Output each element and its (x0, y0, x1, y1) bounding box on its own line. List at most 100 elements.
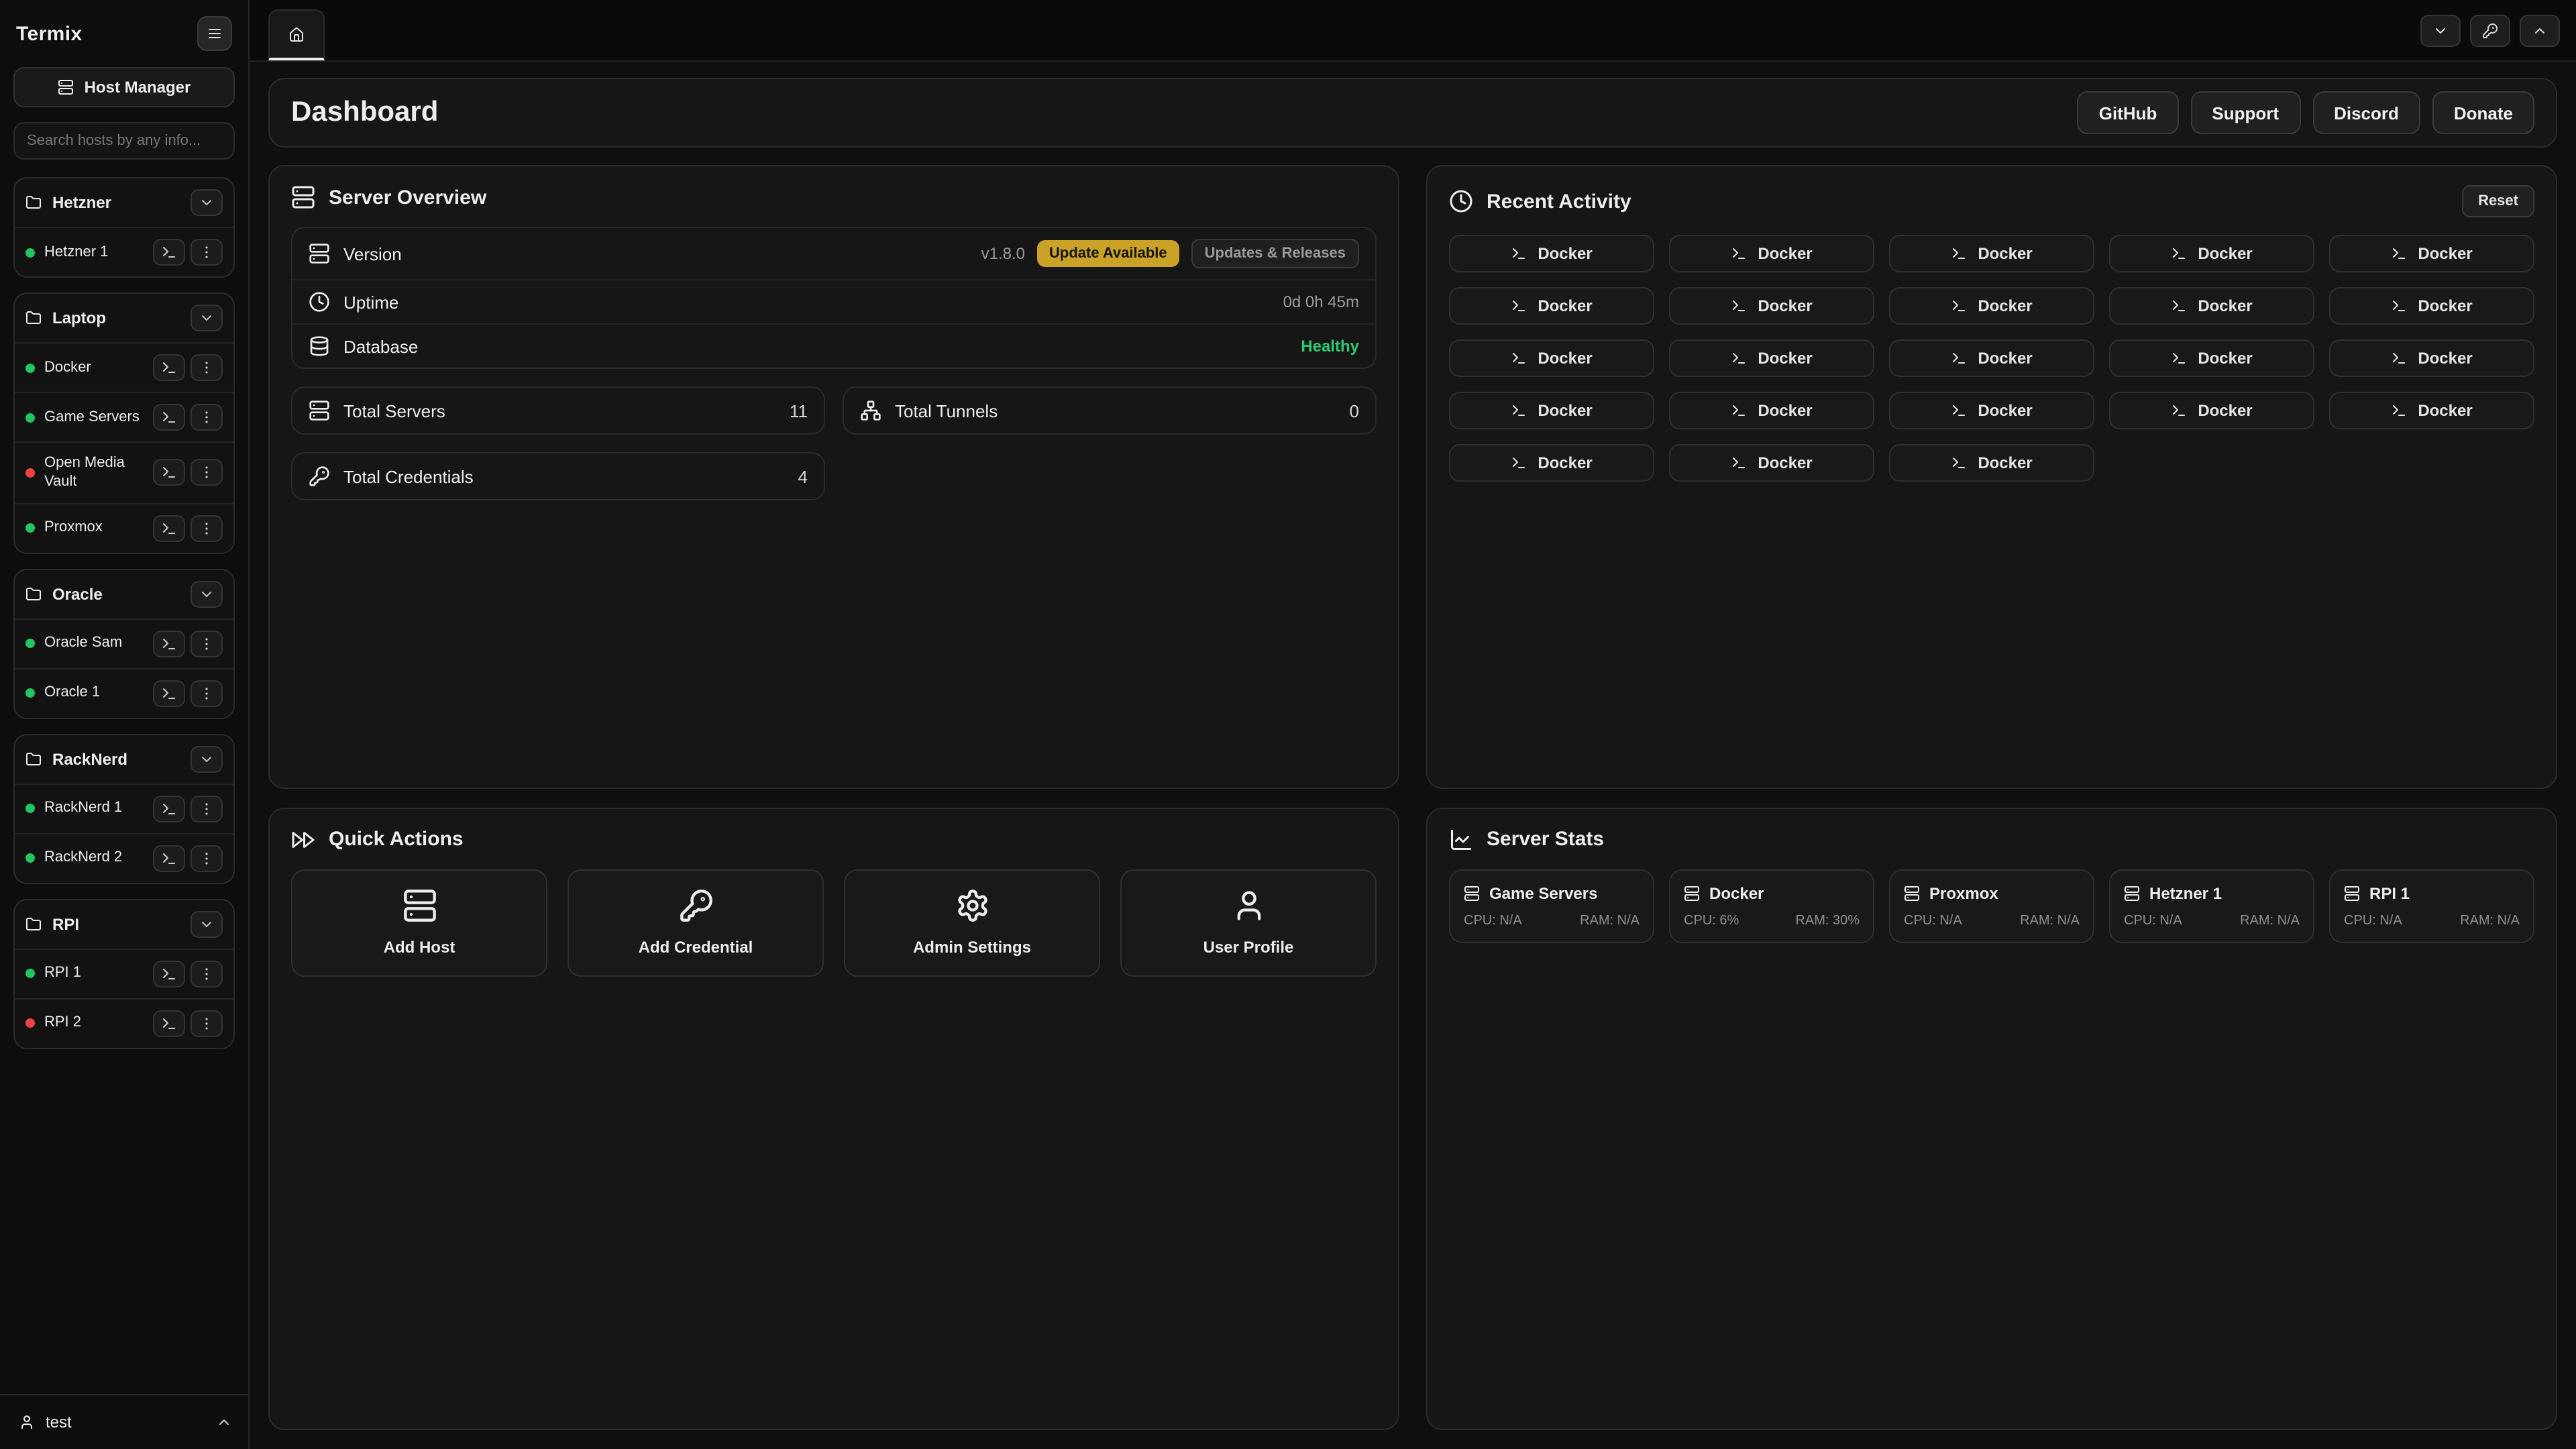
activity-item-button[interactable]: Docker (1449, 444, 1654, 482)
server-stat-metrics: CPU: N/ARAM: N/A (1464, 913, 1640, 928)
activity-item-button[interactable]: Docker (2329, 392, 2534, 429)
database-icon (309, 335, 330, 357)
host-terminal-button[interactable] (153, 354, 185, 381)
activity-item-button[interactable]: Docker (1449, 235, 1654, 272)
host-menu-button[interactable] (191, 404, 223, 431)
activity-item-button[interactable]: Docker (1449, 287, 1654, 325)
recent-activity-card: Recent Activity Reset DockerDockerDocker… (1426, 165, 2557, 788)
host-menu-button[interactable] (191, 630, 223, 657)
host-terminal-button[interactable] (153, 515, 185, 541)
host-group-hetzner: HetznerHetzner 1 (13, 177, 235, 278)
group-header: Hetzner (15, 178, 233, 227)
host-terminal-button[interactable] (153, 1010, 185, 1036)
kebab-icon (199, 244, 215, 260)
add-host-button[interactable]: Add Host (291, 869, 547, 976)
tabbar-chevron-down-button[interactable] (2420, 15, 2461, 47)
group-collapse-button[interactable] (191, 580, 223, 607)
host-menu-button[interactable] (191, 239, 223, 266)
activity-item-button[interactable]: Docker (2329, 339, 2534, 377)
version-row: Version v1.8.0 Update Available Updates … (292, 228, 1375, 279)
user-profile-button[interactable]: User Profile (1120, 869, 1377, 976)
main-area: Dashboard GitHubSupportDiscordDonate Ser… (250, 0, 2576, 1449)
activity-item-button[interactable]: Docker (1889, 392, 2094, 429)
activity-item-button[interactable]: Docker (1669, 444, 1874, 482)
footer-expand-button[interactable] (216, 1414, 232, 1430)
activity-item-button[interactable]: Docker (1889, 444, 2094, 482)
host-terminal-button[interactable] (153, 845, 185, 871)
host-actions (153, 354, 223, 381)
activity-item-button[interactable]: Docker (2109, 392, 2314, 429)
status-dot-online (25, 969, 35, 978)
tabbar-chevron-up-button[interactable] (2520, 15, 2560, 47)
overview-list: Version v1.8.0 Update Available Updates … (291, 227, 1377, 369)
update-available-button[interactable]: Update Available (1037, 240, 1179, 267)
reset-button[interactable]: Reset (2462, 185, 2534, 217)
group-collapse-button[interactable] (191, 305, 223, 331)
host-terminal-button[interactable] (153, 960, 185, 987)
activity-item-button[interactable]: Docker (1889, 287, 2094, 325)
activity-item-label: Docker (1978, 349, 2032, 368)
sidebar-menu-button[interactable] (197, 16, 232, 51)
host-menu-button[interactable] (191, 515, 223, 541)
activity-item-button[interactable]: Docker (1669, 392, 1874, 429)
group-collapse-button[interactable] (191, 910, 223, 937)
activity-item-button[interactable]: Docker (1889, 235, 2094, 272)
server-stat-card: Game ServersCPU: N/ARAM: N/A (1449, 869, 1654, 943)
activity-item-button[interactable]: Docker (2329, 235, 2534, 272)
group-collapse-button[interactable] (191, 745, 223, 772)
terminal-icon (161, 685, 177, 701)
host-menu-button[interactable] (191, 354, 223, 381)
host-terminal-button[interactable] (153, 239, 185, 266)
search-input[interactable] (13, 122, 235, 160)
donate-button[interactable]: Donate (2432, 91, 2534, 134)
status-dot-online (25, 853, 35, 863)
updates-releases-button[interactable]: Updates & Releases (1191, 239, 1359, 268)
host-terminal-button[interactable] (153, 460, 185, 486)
host-row: Game Servers (15, 392, 233, 441)
terminal-icon (161, 244, 177, 260)
host-menu-button[interactable] (191, 960, 223, 987)
group-collapse-button[interactable] (191, 189, 223, 216)
host-menu-button[interactable] (191, 680, 223, 706)
activity-item-button[interactable]: Docker (1889, 339, 2094, 377)
activity-item-button[interactable]: Docker (2109, 235, 2314, 272)
host-actions (153, 1010, 223, 1036)
server-stats-grid: Game ServersCPU: N/ARAM: N/ADockerCPU: 6… (1449, 869, 2534, 943)
host-menu-button[interactable] (191, 460, 223, 486)
support-button[interactable]: Support (2190, 91, 2300, 134)
chevron-up-icon (2532, 23, 2548, 39)
activity-item-button[interactable]: Docker (1669, 287, 1874, 325)
terminal-icon (1511, 350, 1527, 366)
activity-item-button[interactable]: Docker (1669, 235, 1874, 272)
host-name: Oracle Sam (44, 634, 144, 653)
dashboard-grid: Server Overview Version v1.8.0 Update Av… (268, 165, 2557, 1430)
activity-item-button[interactable]: Docker (1669, 339, 1874, 377)
activity-item-button[interactable]: Docker (2109, 339, 2314, 377)
github-button[interactable]: GitHub (2078, 91, 2179, 134)
quick-action-label: Add Credential (639, 938, 753, 957)
admin-settings-button[interactable]: Admin Settings (844, 869, 1100, 976)
tabbar-key-button[interactable] (2470, 15, 2510, 47)
host-terminal-button[interactable] (153, 680, 185, 706)
activity-item-button[interactable]: Docker (2329, 287, 2534, 325)
host-menu-button[interactable] (191, 795, 223, 822)
activity-item-button[interactable]: Docker (2109, 287, 2314, 325)
host-manager-button[interactable]: Host Manager (13, 67, 235, 107)
tab-home[interactable] (268, 9, 325, 60)
activity-item-button[interactable]: Docker (1449, 392, 1654, 429)
server-icon (1464, 885, 1480, 901)
host-menu-button[interactable] (191, 1010, 223, 1036)
terminal-icon (1731, 298, 1747, 314)
app-title: Termix (16, 22, 83, 45)
activity-item-label: Docker (1758, 453, 1812, 472)
host-terminal-button[interactable] (153, 404, 185, 431)
host-terminal-button[interactable] (153, 630, 185, 657)
host-terminal-button[interactable] (153, 795, 185, 822)
activity-item-button[interactable]: Docker (1449, 339, 1654, 377)
discord-button[interactable]: Discord (2312, 91, 2420, 134)
host-group-oracle: OracleOracle SamOracle 1 (13, 568, 235, 718)
host-menu-button[interactable] (191, 845, 223, 871)
host-group-laptop: LaptopDockerGame ServersOpen Media Vault… (13, 292, 235, 553)
add-credential-button[interactable]: Add Credential (568, 869, 824, 976)
group-header: RackNerd (15, 735, 233, 783)
